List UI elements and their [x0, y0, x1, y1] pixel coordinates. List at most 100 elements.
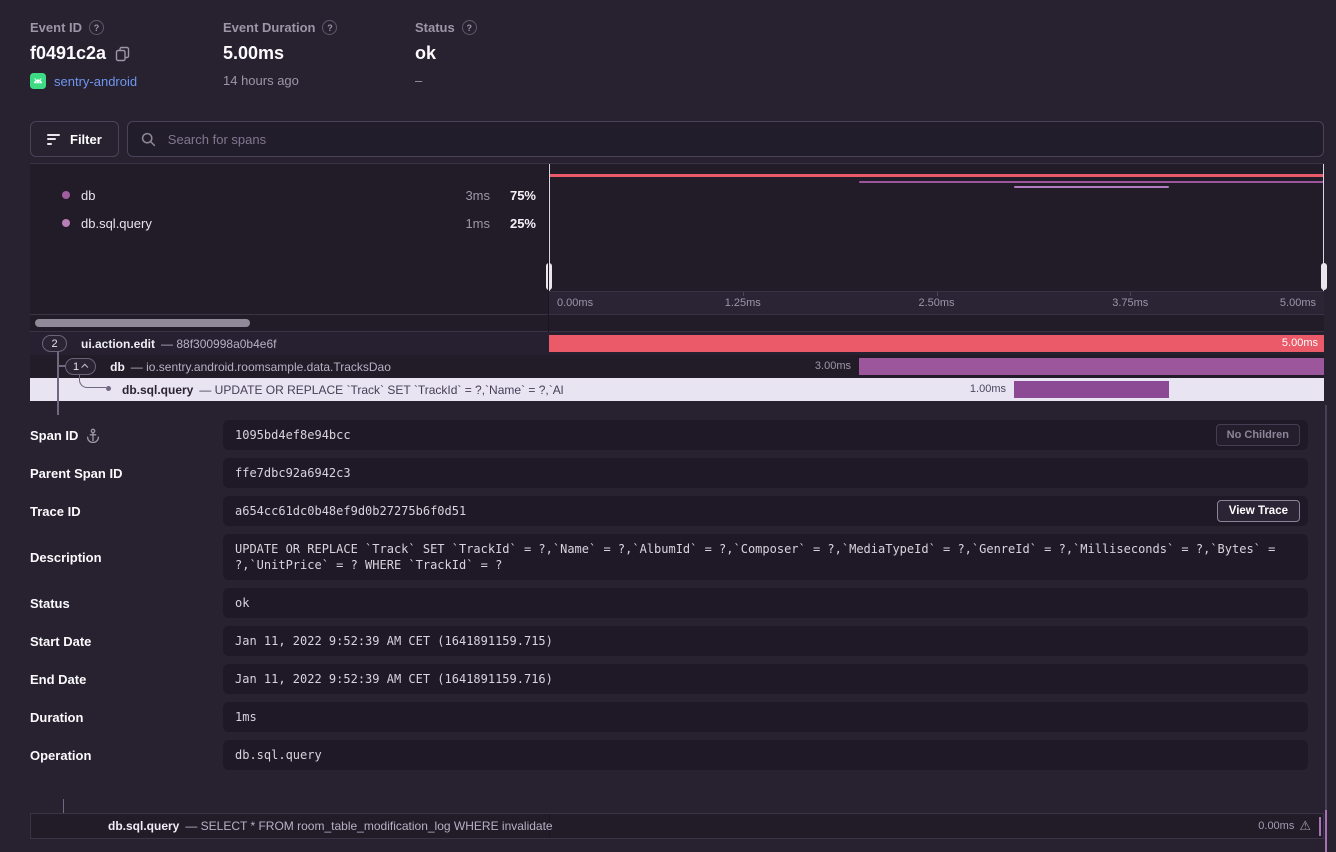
start-date-value: Jan 11, 2022 9:52:39 AM CET (1641891159.… — [235, 634, 553, 648]
detail-row-description: Description UPDATE OR REPLACE `Track` SE… — [30, 534, 1308, 580]
duration-value: 1ms — [235, 710, 257, 724]
detail-label: Operation — [30, 748, 91, 763]
event-id-value: f0491c2a — [30, 43, 106, 64]
span-duration-label: 5.00ms — [1282, 332, 1318, 355]
span-operation: ui.action.edit — [81, 337, 155, 351]
span-row-db-sql-query-select[interactable]: db.sql.query — SELECT * FROM room_table_… — [30, 813, 1324, 839]
detail-row-parent-span-id: Parent Span ID ffe7dbc92a6942c3 — [30, 458, 1308, 488]
parent-span-id-value: ffe7dbc92a6942c3 — [235, 466, 351, 480]
event-duration-help-icon[interactable]: ? — [322, 20, 337, 35]
detail-value-box: ffe7dbc92a6942c3 — [223, 458, 1308, 488]
legend-op-label: db.sql.query — [81, 216, 152, 231]
span-duration-label: 1.00ms — [970, 378, 1006, 401]
operations-legend: db 3ms 75% db.sql.query 1ms 25% — [30, 164, 548, 314]
axis-tick-label: 2.50ms — [918, 297, 954, 309]
vertical-scrollbar-track[interactable] — [1325, 405, 1327, 852]
warning-icon: ⚠ — [1299, 818, 1311, 834]
detail-row-end-date: End Date Jan 11, 2022 9:52:39 AM CET (16… — [30, 664, 1308, 694]
span-row-ui-action-edit[interactable]: 5.00ms 2 ui.action.edit — 88f300998a0b4e… — [30, 332, 1324, 355]
status-help-icon[interactable]: ? — [462, 20, 477, 35]
status-sub: – — [415, 73, 422, 88]
chevron-up-icon — [81, 364, 88, 371]
detail-value-box: UPDATE OR REPLACE `Track` SET `TrackId` … — [223, 534, 1308, 580]
detail-label: Description — [30, 550, 102, 565]
axis-tick-label: 1.25ms — [725, 297, 761, 309]
span-details-table: Span ID 1095bd4ef8e94bcc No Children Par… — [30, 420, 1308, 778]
detail-row-span-id: Span ID 1095bd4ef8e94bcc No Children — [30, 420, 1308, 450]
detail-label: Start Date — [30, 634, 91, 649]
event-header: Event ID ? f0491c2a — [30, 20, 477, 89]
detail-label: End Date — [30, 672, 86, 687]
end-date-value: Jan 11, 2022 9:52:39 AM CET (1641891159.… — [235, 672, 553, 686]
detail-value-box: 1095bd4ef8e94bcc No Children — [223, 420, 1308, 450]
tree-connector-curve — [79, 374, 106, 388]
collapse-children-pill[interactable]: 1 — [65, 358, 96, 375]
search-icon — [141, 132, 156, 147]
horizontal-scrollbar-track[interactable] — [30, 314, 1324, 332]
legend-duration: 3ms — [465, 188, 490, 203]
viewport-drag-handle-left[interactable] — [546, 263, 552, 290]
span-search[interactable] — [127, 121, 1324, 157]
detail-label: Status — [30, 596, 70, 611]
axis-tickmark — [743, 292, 744, 296]
filter-icon — [47, 134, 60, 145]
search-input[interactable] — [166, 131, 1310, 148]
zero-duration-span-marker — [1319, 817, 1321, 836]
status-value: ok — [235, 596, 249, 610]
span-row-db-sql-query-selected[interactable]: 1.00ms db.sql.query — UPDATE OR REPLACE … — [30, 378, 1324, 401]
event-duration-ago: 14 hours ago — [223, 73, 299, 88]
span-duration-label: 3.00ms — [815, 355, 851, 378]
span-detail-page: Event ID ? f0491c2a — [0, 0, 1336, 852]
horizontal-scrollbar-thumb[interactable] — [35, 319, 250, 327]
minimap-span-line — [859, 181, 1324, 183]
status-value: ok — [415, 43, 436, 64]
span-operation: db.sql.query — [122, 383, 193, 397]
detail-value-box: db.sql.query — [223, 740, 1308, 770]
legend-op-label: db — [81, 188, 95, 203]
axis-tick-label: 0.00ms — [557, 297, 593, 309]
legend-percentage: 75% — [490, 188, 536, 203]
time-axis: 0.00ms 1.25ms 2.50ms 3.75ms 5.00ms — [549, 291, 1324, 314]
trace-minimap[interactable] — [549, 164, 1324, 291]
span-id-value: 1095bd4ef8e94bcc — [235, 428, 351, 442]
description-value: UPDATE OR REPLACE `Track` SET `TrackId` … — [235, 542, 1275, 572]
operation-value: db.sql.query — [235, 748, 322, 762]
vertical-scrollbar-thumb[interactable] — [1325, 810, 1327, 852]
span-description: — 88f300998a0b4e6f — [161, 337, 276, 351]
legend-item-db[interactable]: db 3ms 75% — [30, 181, 548, 209]
span-row-db[interactable]: 3.00ms 1 db — io.sentry.android.roomsamp… — [30, 355, 1324, 378]
detail-value-box: ok — [223, 588, 1308, 618]
filter-button-label: Filter — [70, 132, 102, 147]
status-column: Status ? ok – — [415, 20, 477, 89]
axis-tickmark — [937, 292, 938, 296]
span-tree: 5.00ms 2 ui.action.edit — 88f300998a0b4e… — [30, 332, 1324, 401]
view-trace-button[interactable]: View Trace — [1217, 500, 1300, 522]
detail-value-box: Jan 11, 2022 9:52:39 AM CET (1641891159.… — [223, 664, 1308, 694]
detail-value-box: a654cc61dc0b48ef9d0b27275b6f0d51 View Tr… — [223, 496, 1308, 526]
tree-connector-dot — [106, 386, 111, 391]
axis-tick-label: 3.75ms — [1112, 297, 1148, 309]
detail-row-start-date: Start Date Jan 11, 2022 9:52:39 AM CET (… — [30, 626, 1308, 656]
spans-panel: db 3ms 75% db.sql.query 1ms 25% — [30, 163, 1324, 400]
children-count-pill[interactable]: 2 — [42, 335, 67, 352]
anchor-icon[interactable] — [86, 428, 100, 443]
legend-duration: 1ms — [465, 216, 490, 231]
event-duration-column: Event Duration ? 5.00ms 14 hours ago — [223, 20, 415, 89]
children-count: 2 — [51, 338, 57, 350]
no-children-badge: No Children — [1216, 424, 1300, 446]
viewport-drag-handle-right[interactable] — [1321, 263, 1327, 290]
legend-item-db-sql-query[interactable]: db.sql.query 1ms 25% — [30, 209, 548, 237]
filter-button[interactable]: Filter — [30, 121, 119, 157]
spans-toolbar: Filter — [30, 121, 1324, 157]
status-label: Status — [415, 20, 455, 35]
event-id-column: Event ID ? f0491c2a — [30, 20, 223, 89]
legend-dot — [62, 219, 70, 227]
tree-connector-stub — [57, 365, 66, 367]
event-id-help-icon[interactable]: ? — [89, 20, 104, 35]
trace-id-value: a654cc61dc0b48ef9d0b27275b6f0d51 — [235, 504, 466, 518]
span-description: — io.sentry.android.roomsample.data.Trac… — [131, 360, 391, 374]
copy-event-id-icon[interactable] — [115, 46, 130, 62]
detail-label: Parent Span ID — [30, 466, 122, 481]
project-link[interactable]: sentry-android — [54, 74, 137, 89]
detail-row-operation: Operation db.sql.query — [30, 740, 1308, 770]
